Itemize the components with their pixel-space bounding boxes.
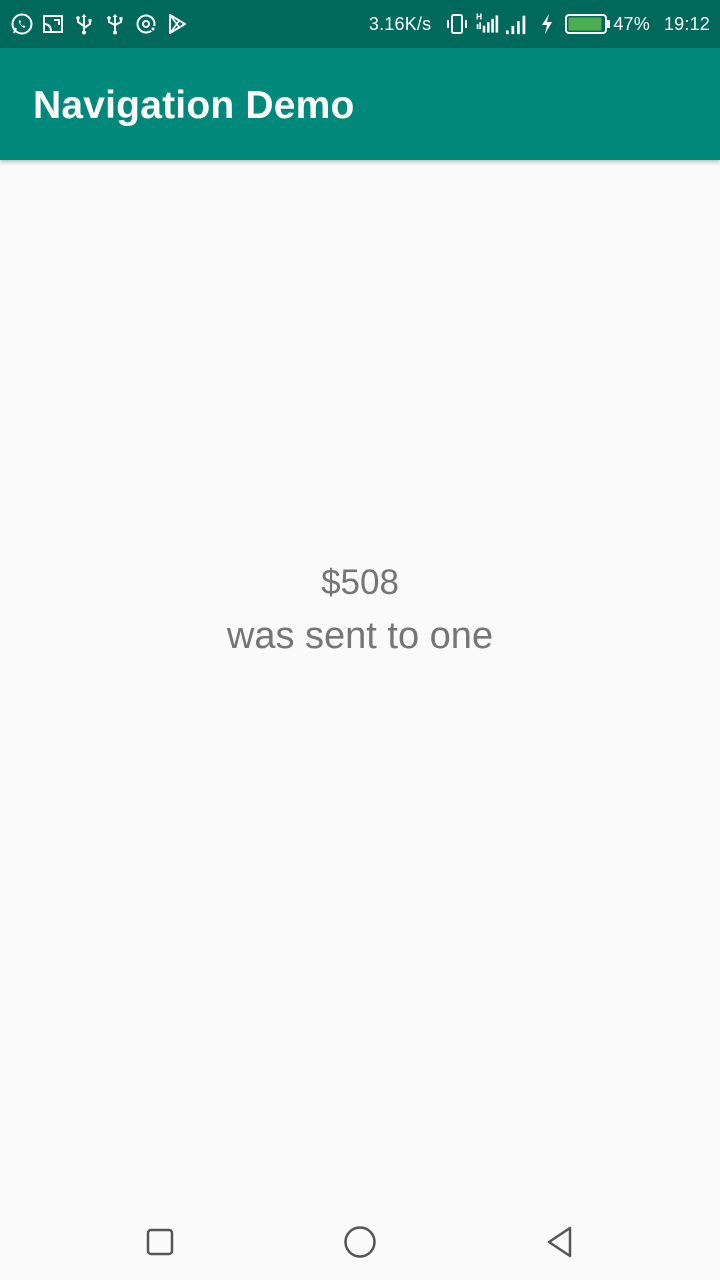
message-text: was sent to one xyxy=(226,615,494,657)
home-button[interactable] xyxy=(336,1220,384,1268)
vibrate-icon xyxy=(445,12,469,36)
recents-button[interactable] xyxy=(136,1220,184,1268)
whatsapp-icon xyxy=(10,12,34,36)
cast-icon xyxy=(41,12,65,36)
back-button[interactable] xyxy=(536,1220,584,1268)
usb-icon xyxy=(72,12,96,36)
usb-icon xyxy=(103,12,127,36)
status-bar: 3.16K/s H 47% 19:12 xyxy=(0,0,720,48)
network-speed: 3.16K/s xyxy=(368,13,432,34)
sync-icon xyxy=(134,12,158,36)
navigation-bar xyxy=(0,1208,720,1280)
app-bar: Navigation Demo xyxy=(0,48,720,160)
signal-icon xyxy=(505,12,529,36)
page-title: Navigation Demo xyxy=(33,84,355,127)
amount-text: $508 xyxy=(321,563,399,602)
battery-icon xyxy=(565,13,611,35)
system-indicators: 3.16K/s H 47% 19:12 xyxy=(369,10,710,38)
home-icon xyxy=(343,1225,377,1264)
recents-icon xyxy=(145,1227,175,1262)
signal-h-icon: H xyxy=(475,12,499,36)
battery-percent: 47% xyxy=(613,13,650,34)
svg-text:H: H xyxy=(476,13,483,22)
back-icon xyxy=(544,1225,576,1264)
main-content: $508 was sent to one xyxy=(0,160,720,1208)
clock: 19:12 xyxy=(663,13,710,34)
notification-icons xyxy=(10,10,189,38)
play-store-icon xyxy=(165,12,189,36)
charging-icon xyxy=(535,12,559,36)
